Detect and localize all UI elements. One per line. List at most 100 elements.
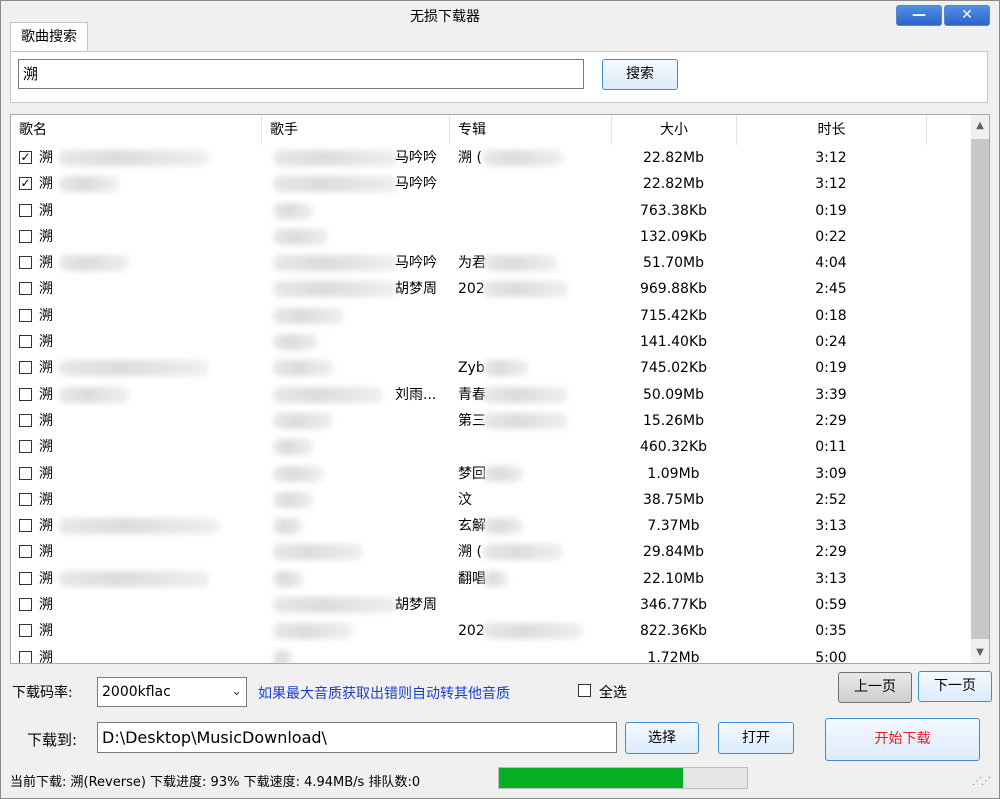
resize-grip-icon[interactable]: ⋰⋰ <box>972 776 991 787</box>
table-row[interactable]: 溯 Zyb 745.02Kb 0:19 <box>11 355 971 381</box>
artist-name <box>395 539 465 565</box>
row-checkbox[interactable] <box>19 308 32 322</box>
progress-fill <box>499 768 683 788</box>
redacted-artist <box>273 281 398 298</box>
redacted-artist <box>273 491 313 508</box>
select-all-checkbox[interactable] <box>578 684 591 697</box>
row-checkbox[interactable]: ✓ <box>19 177 32 191</box>
table-row[interactable]: 溯刘雨... 青春 50.09Mb 3:39 <box>11 382 971 408</box>
table-row[interactable]: 溯梦回 1.09Mb 3:09 <box>11 461 971 487</box>
redacted-name <box>59 570 209 587</box>
table-row[interactable]: 溯第三 15.26Mb 2:29 <box>11 408 971 434</box>
prev-page-button[interactable]: 上一页 <box>838 672 912 703</box>
table-row[interactable]: 溯 汶 38.75Mb 2:52 <box>11 487 971 513</box>
redacted-artist <box>273 623 353 640</box>
row-checkbox[interactable] <box>19 335 32 349</box>
row-checkbox[interactable] <box>19 466 32 480</box>
album-name <box>458 645 498 663</box>
row-checkbox[interactable] <box>19 598 32 612</box>
download-path-input[interactable]: D:\Desktop\MusicDownload\ <box>97 722 617 753</box>
table-row[interactable]: 溯 715.42Kb 0:18 <box>11 303 971 329</box>
redacted-artist <box>273 176 398 193</box>
row-checkbox[interactable]: ✓ <box>19 151 32 164</box>
redacted-artist <box>273 649 293 663</box>
column-header-artist[interactable]: 歌手 <box>262 115 450 145</box>
table-row[interactable]: 溯翻唱 22.10Mb 3:13 <box>11 566 971 592</box>
table-row[interactable]: 溯胡梦周 202 969.88Kb 2:45 <box>11 276 971 302</box>
redacted-album <box>483 412 568 429</box>
tab-song-search[interactable]: 歌曲搜索 <box>10 22 88 52</box>
duration: 3:39 <box>815 386 847 403</box>
file-size: 141.40Kb <box>639 334 708 351</box>
redacted-artist <box>273 150 398 166</box>
table-row[interactable]: 溯 132.09Kb 0:22 <box>11 224 971 250</box>
redacted-artist <box>273 544 363 561</box>
redacted-artist <box>273 386 383 403</box>
row-checkbox[interactable] <box>19 282 32 296</box>
redacted-album <box>483 281 568 298</box>
album-name <box>458 224 498 250</box>
choose-folder-button[interactable]: 选择 <box>625 722 699 754</box>
row-checkbox[interactable] <box>19 361 32 375</box>
row-checkbox[interactable] <box>19 229 32 243</box>
row-checkbox[interactable] <box>19 650 32 663</box>
table-row[interactable]: ✓ 溯马吟吟溯 (22.82Mb 3:12 <box>11 145 971 171</box>
table-row[interactable]: 溯玄解 7.37Mb 3:13 <box>11 513 971 539</box>
table-row[interactable]: 溯 1.72Mb 5:00 <box>11 645 971 663</box>
file-size: 51.70Mb <box>642 255 705 272</box>
file-size: 460.32Kb <box>639 439 708 456</box>
start-download-button[interactable]: 开始下载 <box>825 718 980 761</box>
column-header-name[interactable]: 歌名 <box>11 115 262 145</box>
next-page-button[interactable]: 下一页 <box>918 671 992 702</box>
artist-name <box>395 487 465 513</box>
status-text: 当前下载: 溯(Reverse) 下载进度: 93% 下载速度: 4.94MB/… <box>10 775 421 790</box>
album-name <box>458 434 498 460</box>
row-checkbox[interactable] <box>19 492 32 506</box>
row-checkbox[interactable] <box>19 203 32 217</box>
table-row[interactable]: 溯 胡梦周 346.77Kb 0:59 <box>11 592 971 618</box>
row-checkbox[interactable] <box>19 387 32 401</box>
artist-name <box>395 434 465 460</box>
redacted-artist <box>273 307 343 324</box>
redacted-album <box>483 255 558 272</box>
row-checkbox[interactable] <box>19 545 32 559</box>
song-name: 溯 <box>39 439 53 456</box>
table-row[interactable]: 溯 460.32Kb 0:11 <box>11 434 971 460</box>
row-checkbox[interactable] <box>19 571 32 585</box>
column-header-album[interactable]: 专辑 <box>450 115 612 145</box>
table-row[interactable]: 溯溯 (29.84Mb 2:29 <box>11 539 971 565</box>
row-checkbox[interactable] <box>19 440 32 454</box>
scroll-down-icon[interactable]: ▼ <box>971 647 989 658</box>
bitrate-select[interactable]: 2000kflac ⌄ <box>97 677 247 707</box>
title-bar[interactable]: 无损下载器 — ✕ <box>1 1 999 27</box>
file-size: 38.75Mb <box>642 491 705 508</box>
table-row[interactable]: 溯 763.38Kb 0:19 <box>11 198 971 224</box>
duration: 2:52 <box>815 491 847 508</box>
search-button[interactable]: 搜索 <box>602 59 678 90</box>
scrollbar-thumb[interactable] <box>971 139 989 639</box>
open-folder-button[interactable]: 打开 <box>718 722 794 754</box>
close-button[interactable]: ✕ <box>944 5 990 26</box>
row-checkbox[interactable] <box>19 624 32 638</box>
artist-name <box>395 461 465 487</box>
minimize-button[interactable]: — <box>896 5 942 26</box>
redacted-name <box>59 386 129 403</box>
redacted-album <box>483 465 523 482</box>
artist-name: 马吟吟 <box>395 176 437 193</box>
search-input[interactable]: 溯 <box>18 59 584 89</box>
file-size: 822.36Kb <box>639 623 708 640</box>
column-header-size[interactable]: 大小 <box>612 115 737 145</box>
window-title: 无损下载器 <box>410 9 480 25</box>
redacted-album <box>483 623 583 640</box>
file-size: 745.02Kb <box>639 360 708 377</box>
row-checkbox[interactable] <box>19 413 32 427</box>
table-row[interactable]: 溯 202 822.36Kb 0:35 <box>11 618 971 644</box>
row-checkbox[interactable] <box>19 519 32 533</box>
row-checkbox[interactable] <box>19 256 32 270</box>
redacted-artist <box>273 518 303 535</box>
scroll-up-icon[interactable]: ▲ <box>971 120 989 131</box>
table-row[interactable]: ✓ 溯马吟吟 22.82Mb 3:12 <box>11 171 971 197</box>
column-header-duration[interactable]: 时长 <box>737 115 927 145</box>
table-row[interactable]: 溯 141.40Kb 0:24 <box>11 329 971 355</box>
table-row[interactable]: 溯马吟吟 为君 51.70Mb 4:04 <box>11 250 971 276</box>
